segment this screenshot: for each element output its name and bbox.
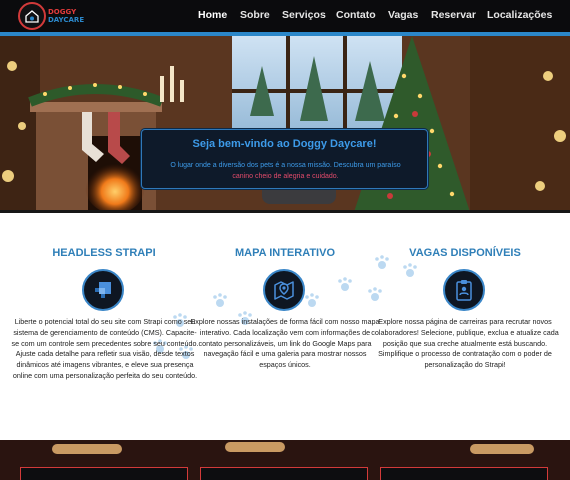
- hero-banner: Seja bem-vindo ao Doggy Daycare! O lugar…: [0, 36, 570, 212]
- nav-vagas[interactable]: Vagas: [388, 9, 418, 21]
- brand-name[interactable]: DOGGY DAYCARE: [48, 8, 84, 24]
- feature-text-vagas: Explore nossa página de carreiras para r…: [371, 317, 559, 370]
- hero-subtitle-part2: canino cheio de alegria e cuidado.: [232, 173, 339, 180]
- lower-card: [200, 467, 368, 480]
- bone-decoration: [470, 444, 534, 454]
- nav-contato[interactable]: Contato: [336, 9, 376, 21]
- lower-card: [20, 467, 188, 480]
- hero-subtitle: O lugar onde a diversão dos pets é a nos…: [154, 160, 417, 182]
- nav-localizacoes[interactable]: Localizações: [487, 9, 552, 21]
- brand-line1: DOGGY: [48, 8, 77, 16]
- top-navbar: DOGGY DAYCARE Home Sobre Serviços Contat…: [0, 0, 570, 32]
- nav-servicos[interactable]: Serviços: [282, 9, 326, 21]
- nav-home[interactable]: Home: [198, 9, 227, 21]
- dog-house-icon: [25, 10, 39, 23]
- nav-reservar[interactable]: Reservar: [431, 9, 476, 21]
- bone-decoration: [225, 442, 285, 452]
- feature-text-mapa: Explore nossas instalações de forma fáci…: [190, 317, 380, 370]
- hero-welcome-card: Seja bem-vindo ao Doggy Daycare! O lugar…: [141, 129, 428, 189]
- feature-title-strapi: HEADLESS STRAPI: [52, 247, 156, 259]
- feature-text-strapi: Liberte o potencial total do seu site co…: [11, 317, 199, 380]
- lower-card: [380, 467, 548, 480]
- strapi-logo-icon: [82, 269, 124, 311]
- lower-section: [0, 440, 570, 480]
- hero-title: Seja bem-vindo ao Doggy Daycare!: [192, 138, 377, 150]
- brand-line2: DAYCARE: [48, 16, 85, 24]
- hero-subtitle-part1: O lugar onde a diversão dos pets é a nos…: [170, 162, 401, 169]
- job-clipboard-icon: [443, 269, 485, 311]
- bone-decoration: [52, 444, 122, 454]
- map-pin-icon: [263, 269, 305, 311]
- brand-logo[interactable]: [18, 2, 46, 30]
- nav-sobre[interactable]: Sobre: [240, 9, 270, 21]
- feature-title-vagas: VAGAS DISPONÍVEIS: [409, 247, 521, 259]
- feature-title-mapa: MAPA INTERATIVO: [234, 247, 335, 259]
- features-section: HEADLESS STRAPI Liberte o potencial tota…: [0, 213, 570, 440]
